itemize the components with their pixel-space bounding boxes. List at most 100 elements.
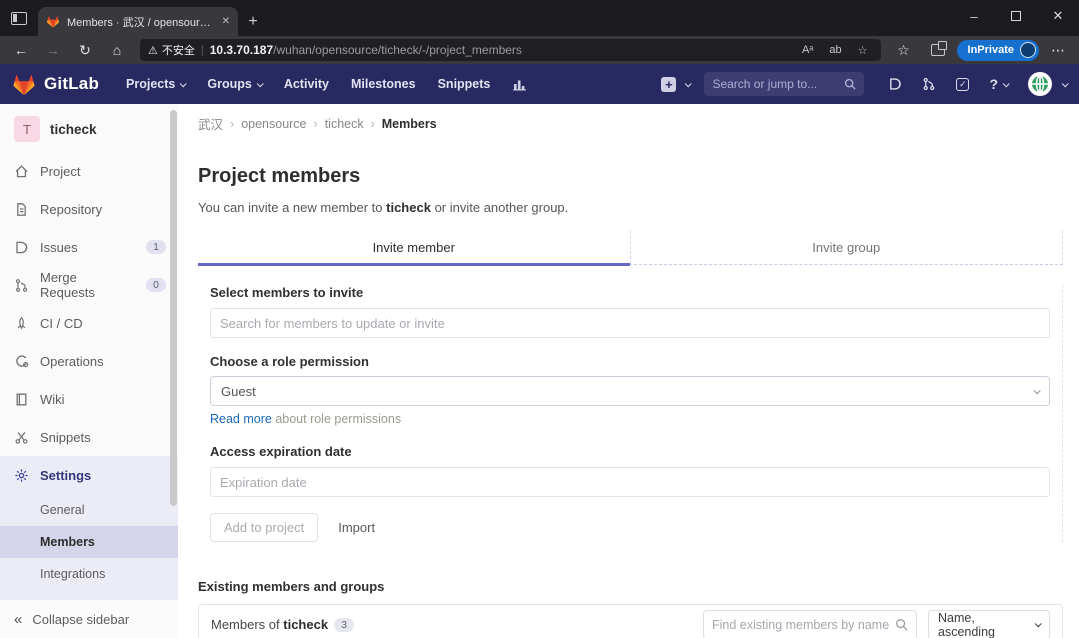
add-to-project-button[interactable]: Add to project bbox=[210, 513, 318, 542]
search-icon bbox=[844, 78, 856, 90]
sidebar-scrollbar[interactable] bbox=[170, 110, 177, 506]
close-window-button[interactable]: ✕ bbox=[1037, 0, 1079, 32]
maximize-icon bbox=[1011, 11, 1021, 21]
help-menu-button[interactable]: ? bbox=[981, 76, 1016, 92]
translate-icon[interactable]: ab bbox=[824, 44, 846, 56]
chevron-down-icon bbox=[256, 80, 263, 87]
sidebar-item-label: Issues bbox=[40, 240, 135, 255]
browser-menu-icon[interactable]: ⋯ bbox=[1043, 38, 1073, 62]
collapse-label: Collapse sidebar bbox=[32, 612, 129, 627]
sidebar-item-wiki[interactable]: Wiki bbox=[0, 380, 178, 418]
tab-invite-group[interactable]: Invite group bbox=[630, 231, 1063, 264]
read-more-rest: about role permissions bbox=[272, 412, 401, 426]
new-menu-button[interactable]: + bbox=[661, 77, 690, 92]
inprivate-badge[interactable]: InPrivate bbox=[957, 40, 1039, 61]
existing-members-heading: Existing members and groups bbox=[198, 579, 1063, 594]
sidebar-item-repository[interactable]: Repository bbox=[0, 190, 178, 228]
tab-actions-button[interactable] bbox=[0, 0, 38, 36]
refresh-button[interactable]: ↻ bbox=[70, 38, 100, 62]
issues-dashboard-button[interactable] bbox=[880, 77, 910, 91]
address-bar[interactable]: ⚠ 不安全 | 10.3.70.187/wuhan/opensource/tic… bbox=[140, 39, 881, 61]
collapse-sidebar-button[interactable]: « Collapse sidebar bbox=[0, 600, 178, 638]
sidebar-item-snippets[interactable]: Snippets bbox=[0, 418, 178, 456]
sub-item-label: Integrations bbox=[40, 567, 105, 581]
sidebar-item-label: Merge Requests bbox=[40, 270, 135, 300]
collapse-icon: « bbox=[14, 611, 22, 628]
find-members-input[interactable] bbox=[712, 618, 889, 632]
project-context[interactable]: T ticheck bbox=[0, 104, 178, 152]
members-of-project: ticheck bbox=[283, 617, 328, 632]
members-of-title: Members of ticheck bbox=[211, 617, 328, 632]
sidebar-item-issues[interactable]: Issues 1 bbox=[0, 228, 178, 266]
merge-request-icon bbox=[14, 278, 29, 293]
gitlab-logo[interactable]: GitLab bbox=[12, 73, 99, 96]
find-members-field[interactable] bbox=[703, 610, 917, 638]
maximize-button[interactable] bbox=[995, 0, 1037, 32]
scissors-icon bbox=[14, 430, 29, 445]
invite-tabs: Invite member Invite group bbox=[198, 231, 1063, 265]
favorites-icon[interactable]: ☆ bbox=[889, 38, 919, 62]
members-search-input[interactable] bbox=[210, 308, 1050, 338]
security-chip[interactable]: ⚠ 不安全 bbox=[148, 42, 195, 58]
brand-name: GitLab bbox=[44, 74, 99, 94]
nav-milestones[interactable]: Milestones bbox=[342, 77, 425, 91]
plus-icon: + bbox=[661, 77, 676, 92]
form-buttons: Add to project Import bbox=[210, 513, 1050, 542]
issues-count-badge: 1 bbox=[146, 240, 166, 254]
help-icon: ? bbox=[989, 76, 998, 92]
new-tab-button[interactable]: + bbox=[238, 7, 268, 36]
members-card-header: Members of ticheck 3 Name, ascending bbox=[199, 605, 1062, 638]
user-menu-button[interactable] bbox=[1020, 72, 1067, 96]
search-icon bbox=[895, 618, 908, 631]
settings-sub-members[interactable]: Members bbox=[0, 526, 178, 558]
nav-statistics[interactable] bbox=[503, 77, 536, 92]
sidebar-item-merge-requests[interactable]: Merge Requests 0 bbox=[0, 266, 178, 304]
subtitle-project-name: ticheck bbox=[386, 200, 431, 215]
expiration-date-input[interactable] bbox=[210, 467, 1050, 497]
breadcrumb-group[interactable]: 武汉 bbox=[198, 114, 223, 133]
settings-sub-general[interactable]: General bbox=[0, 494, 178, 526]
minimize-button[interactable]: – bbox=[953, 0, 995, 32]
gitlab-navbar: GitLab Projects Groups Activity Mileston… bbox=[0, 64, 1079, 104]
nav-snippets-label: Snippets bbox=[438, 77, 491, 91]
global-search[interactable]: Search or jump to... bbox=[704, 72, 864, 96]
user-avatar bbox=[1028, 72, 1052, 96]
browser-tab[interactable]: Members · 武汉 / opensource / ... ✕ bbox=[38, 7, 238, 36]
page-body: T ticheck Project Repository Issues 1 Me… bbox=[0, 104, 1079, 638]
warning-icon: ⚠ bbox=[148, 44, 158, 57]
tab-close-icon[interactable]: ✕ bbox=[222, 16, 230, 27]
sort-dropdown[interactable]: Name, ascending bbox=[928, 610, 1050, 638]
read-more-link[interactable]: Read more bbox=[210, 412, 272, 426]
add-favorite-icon[interactable]: ☆ bbox=[853, 44, 873, 57]
home-button[interactable]: ⌂ bbox=[102, 38, 132, 62]
nav-activity[interactable]: Activity bbox=[275, 77, 338, 91]
nav-snippets[interactable]: Snippets bbox=[429, 77, 500, 91]
back-button[interactable]: ← bbox=[6, 38, 36, 62]
tab-actions-icon bbox=[11, 12, 27, 25]
sort-value: Name, ascending bbox=[938, 611, 1030, 638]
tab-invite-member[interactable]: Invite member bbox=[198, 231, 630, 266]
breadcrumb-separator: › bbox=[230, 117, 234, 131]
settings-sub-integrations[interactable]: Integrations bbox=[0, 558, 178, 590]
url-text: 10.3.70.187/wuhan/opensource/ticheck/-/p… bbox=[210, 43, 522, 57]
breadcrumb-subgroup[interactable]: opensource bbox=[241, 117, 306, 131]
sidebar-item-settings[interactable]: Settings bbox=[0, 456, 178, 494]
forward-button[interactable]: → bbox=[38, 38, 68, 62]
nav-projects[interactable]: Projects bbox=[117, 77, 194, 91]
collections-icon[interactable] bbox=[923, 38, 953, 62]
invite-member-form: Select members to invite Choose a role p… bbox=[198, 285, 1063, 542]
role-select[interactable]: Guest bbox=[210, 376, 1050, 406]
nav-milestones-label: Milestones bbox=[351, 77, 416, 91]
sidebar-item-operations[interactable]: Operations bbox=[0, 342, 178, 380]
breadcrumb-project[interactable]: ticheck bbox=[325, 117, 364, 131]
nav-groups[interactable]: Groups bbox=[198, 77, 270, 91]
read-aloud-icon[interactable]: Aᵃ bbox=[797, 44, 818, 56]
page-subtitle: You can invite a new member to ticheck o… bbox=[198, 200, 1063, 215]
book-icon bbox=[14, 392, 29, 407]
sidebar-item-cicd[interactable]: CI / CD bbox=[0, 304, 178, 342]
import-button[interactable]: Import bbox=[334, 513, 379, 542]
merge-requests-button[interactable] bbox=[914, 77, 944, 91]
sub-item-label: General bbox=[40, 503, 84, 517]
sidebar-item-project[interactable]: Project bbox=[0, 152, 178, 190]
todos-button[interactable]: ✓ bbox=[948, 78, 977, 91]
